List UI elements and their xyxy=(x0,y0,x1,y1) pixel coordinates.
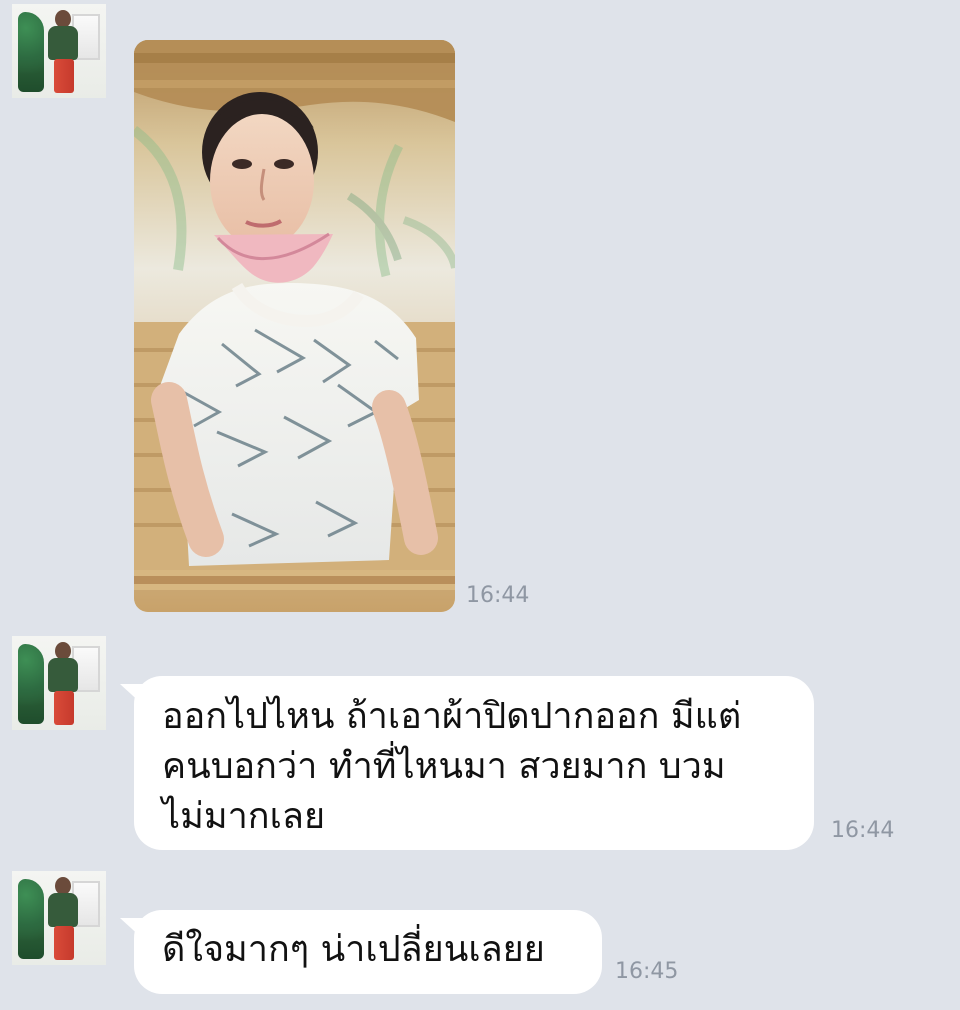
plant-icon xyxy=(18,879,44,959)
avatar[interactable] xyxy=(12,4,106,98)
message-time-1: 16:44 xyxy=(466,583,530,608)
photo-preview xyxy=(134,40,455,612)
avatar[interactable] xyxy=(12,636,106,730)
message-time-3: 16:45 xyxy=(615,959,679,984)
plant-icon xyxy=(18,12,44,92)
text-message-bubble[interactable]: ดีใจมากๆ น่าเปลี่ยนเลยย xyxy=(134,910,602,994)
person-body-icon xyxy=(48,26,78,60)
text-message-bubble[interactable]: ออกไปไหน ถ้าเอาผ้าปิดปากออก มีแต่ คนบอกว… xyxy=(134,676,814,850)
avatar[interactable] xyxy=(12,871,106,965)
message-line: คนบอกว่า ทำที่ไหนมา สวยมาก บวม xyxy=(162,746,726,787)
message-line: ไม่มากเลย xyxy=(162,796,326,837)
person-legs-icon xyxy=(54,691,74,725)
plant-icon xyxy=(18,644,44,724)
message-line: ดีใจมากๆ น่าเปลี่ยนเลยย xyxy=(162,929,545,970)
person-body-icon xyxy=(48,658,78,692)
message-line: ออกไปไหน ถ้าเอาผ้าปิดปากออก มีแต่ xyxy=(162,696,742,737)
message-time-2: 16:44 xyxy=(831,818,895,843)
person-legs-icon xyxy=(54,59,74,93)
person-body-icon xyxy=(48,893,78,927)
image-message[interactable] xyxy=(134,40,455,612)
person-legs-icon xyxy=(54,926,74,960)
